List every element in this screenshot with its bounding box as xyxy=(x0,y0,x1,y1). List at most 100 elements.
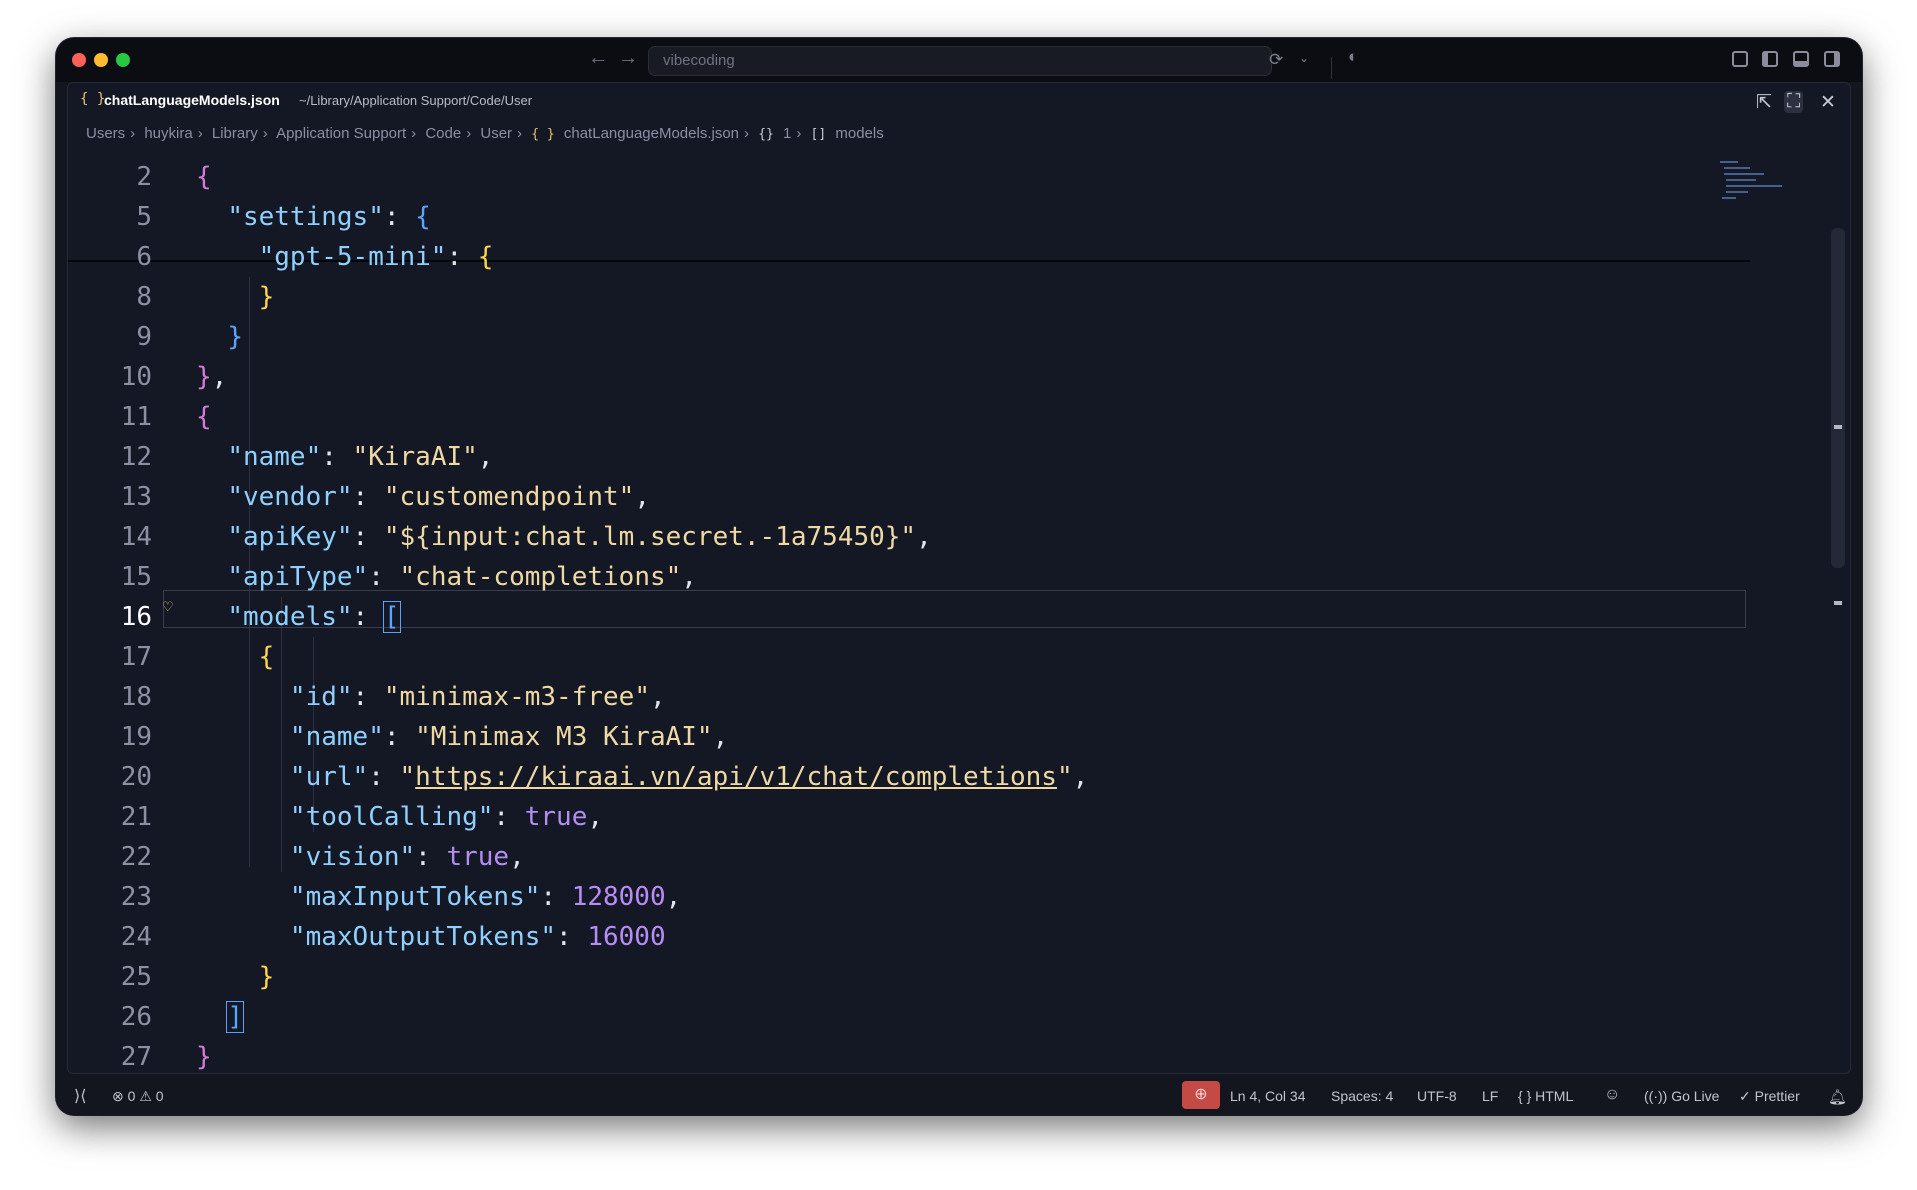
breadcrumb-item-users[interactable]: Users xyxy=(86,125,125,142)
eol-setting[interactable]: LF xyxy=(1482,1088,1498,1104)
line-number: 25 xyxy=(120,962,152,992)
breadcrumb-item-library[interactable]: Library xyxy=(212,125,258,142)
language-label: HTML xyxy=(1535,1088,1574,1104)
code-text: { xyxy=(196,402,212,432)
code-line: 8 } xyxy=(68,277,1568,317)
line-number: 27 xyxy=(120,1042,152,1072)
open-in-editor-icon[interactable]: ⇱ xyxy=(1756,91,1772,114)
code-line: 26 ] xyxy=(68,997,1568,1037)
object-symbol-icon: {} xyxy=(758,127,774,142)
copilot-chat-icon[interactable]: ⟳ xyxy=(1269,50,1283,70)
tab-file-name[interactable]: chatLanguageModels.json xyxy=(104,92,280,108)
line-number: 9 xyxy=(136,322,152,352)
code-line: 21 "toolCalling": true, xyxy=(68,797,1568,837)
code-text: { xyxy=(258,642,275,672)
scrollbar-marker xyxy=(1834,601,1842,605)
vertical-scrollbar[interactable] xyxy=(1831,228,1845,568)
close-window-button[interactable] xyxy=(72,53,86,67)
code-text: "apiType": "chat-completions", xyxy=(227,562,697,592)
json-file-icon: { } xyxy=(80,91,106,107)
line-number: 8 xyxy=(136,282,152,312)
error-icon: ⊗ xyxy=(112,1088,124,1104)
problems-indicator[interactable]: ⊗ 0 ⚠ 0 xyxy=(112,1088,164,1105)
line-number: 19 xyxy=(120,722,152,752)
line-number: 20 xyxy=(120,762,152,792)
code-line: 19 "name": "Minimax M3 KiraAI", xyxy=(68,717,1568,757)
chevron-down-icon[interactable]: ⌄ xyxy=(1299,51,1309,65)
code-editor[interactable]: ♡ 2 { 5 "settings": { 6 "gpt-5-mini": { … xyxy=(68,157,1850,1073)
close-icon[interactable]: ✕ xyxy=(1820,91,1836,114)
zoom-indicator-icon[interactable]: ⊕ xyxy=(1182,1081,1220,1109)
vscode-window: ← → vibecoding ⟳ ⌄ ◐ { } chatLanguageMod… xyxy=(56,38,1862,1115)
line-number: 15 xyxy=(120,562,152,592)
forward-arrow-icon[interactable]: → xyxy=(618,47,638,70)
line-number: 11 xyxy=(120,402,152,432)
warning-count: 0 xyxy=(155,1088,164,1104)
notifications-bell-icon[interactable]: 🔔︎ xyxy=(1828,1088,1847,1106)
code-line: 22 "vision": true, xyxy=(68,837,1568,877)
code-text: "gpt-5-mini": { xyxy=(258,242,494,272)
indentation-setting[interactable]: Spaces: 4 xyxy=(1331,1088,1393,1104)
breadcrumb-item-user[interactable]: User xyxy=(480,125,512,142)
line-number: 23 xyxy=(120,882,152,912)
accounts-icon[interactable]: ◐ xyxy=(1348,47,1358,67)
error-count: 0 xyxy=(127,1088,136,1104)
code-line: 5 "settings": { xyxy=(68,197,1568,237)
code-text: "models": [ xyxy=(227,601,401,633)
code-text: "name": "KiraAI", xyxy=(227,442,494,472)
line-number: 13 xyxy=(120,482,152,512)
tab-file-path: ~/Library/Application Support/Code/User xyxy=(299,93,533,108)
minimap[interactable] xyxy=(1720,161,1790,203)
prettier-button[interactable]: ✓ Prettier xyxy=(1739,1088,1800,1105)
code-line: 18 "id": "minimax-m3-free", xyxy=(68,677,1568,717)
breadcrumb-item-file[interactable]: chatLanguageModels.json xyxy=(564,125,739,142)
copilot-icon[interactable]: ☺ xyxy=(1604,1086,1620,1104)
breadcrumb-item-code[interactable]: Code xyxy=(425,125,461,142)
breadcrumb-item-index[interactable]: 1 xyxy=(783,125,791,142)
array-symbol-icon: [] xyxy=(810,127,827,142)
line-number: 16 xyxy=(120,602,152,632)
code-text: } xyxy=(258,962,275,992)
breadcrumb-item-application-support[interactable]: Application Support xyxy=(276,125,406,142)
code-line: 2 { xyxy=(68,157,1568,197)
cursor-position[interactable]: Ln 4, Col 34 xyxy=(1230,1088,1306,1104)
code-text: }, xyxy=(196,362,228,392)
code-line: 13 "vendor": "customendpoint", xyxy=(68,477,1568,517)
breadcrumb-item-models[interactable]: models xyxy=(835,125,883,142)
command-center-text: vibecoding xyxy=(663,52,735,69)
code-text: } xyxy=(258,282,275,312)
go-live-label: Go Live xyxy=(1671,1088,1720,1104)
code-text: ] xyxy=(226,1001,244,1033)
command-center[interactable]: vibecoding ⟳ ⌄ xyxy=(648,46,1332,79)
zoom-window-button[interactable] xyxy=(116,53,130,67)
line-number: 22 xyxy=(120,842,152,872)
code-line: 25 } xyxy=(68,957,1568,997)
code-line: 24 "maxOutputTokens": 16000 xyxy=(68,917,1568,957)
maximize-editor-icon[interactable]: ⛶ xyxy=(1784,91,1804,113)
scrollbar-marker xyxy=(1834,425,1842,429)
back-arrow-icon[interactable]: ← xyxy=(588,47,608,70)
code-text: { xyxy=(196,162,212,192)
remote-icon[interactable]: ⟩⟨ xyxy=(74,1086,86,1106)
url-link[interactable]: https://kiraai.vn/api/v1/chat/completion… xyxy=(415,762,1057,792)
code-line: 10 }, xyxy=(68,357,1568,397)
code-text: "maxInputTokens": 128000, xyxy=(289,882,682,912)
double-check-icon: ✓ xyxy=(1739,1088,1751,1104)
language-mode[interactable]: { } HTML xyxy=(1518,1088,1573,1104)
minimize-window-button[interactable] xyxy=(94,53,108,67)
code-text: "name": "Minimax M3 KiraAI", xyxy=(289,722,729,752)
go-live-button[interactable]: ((·)) Go Live xyxy=(1644,1088,1719,1104)
code-line: 9 } xyxy=(68,317,1568,357)
line-number: 17 xyxy=(120,642,152,672)
editor-group: { } chatLanguageModels.json ~/Library/Ap… xyxy=(67,82,1851,1074)
toggle-panel-icon[interactable] xyxy=(1793,51,1809,67)
toggle-primary-sidebar-icon[interactable] xyxy=(1762,51,1778,67)
encoding-setting[interactable]: UTF-8 xyxy=(1417,1088,1457,1104)
code-text: "apiKey": "${input:chat.lm.secret.-1a754… xyxy=(227,522,932,552)
line-number: 26 xyxy=(120,1002,152,1032)
breadcrumb-item-huykira[interactable]: huykira xyxy=(144,125,192,142)
json-file-icon: { } xyxy=(531,127,555,142)
toggle-secondary-sidebar-icon[interactable] xyxy=(1824,51,1840,67)
customize-layout-icon[interactable] xyxy=(1732,51,1748,67)
warning-icon: ⚠ xyxy=(139,1088,152,1104)
